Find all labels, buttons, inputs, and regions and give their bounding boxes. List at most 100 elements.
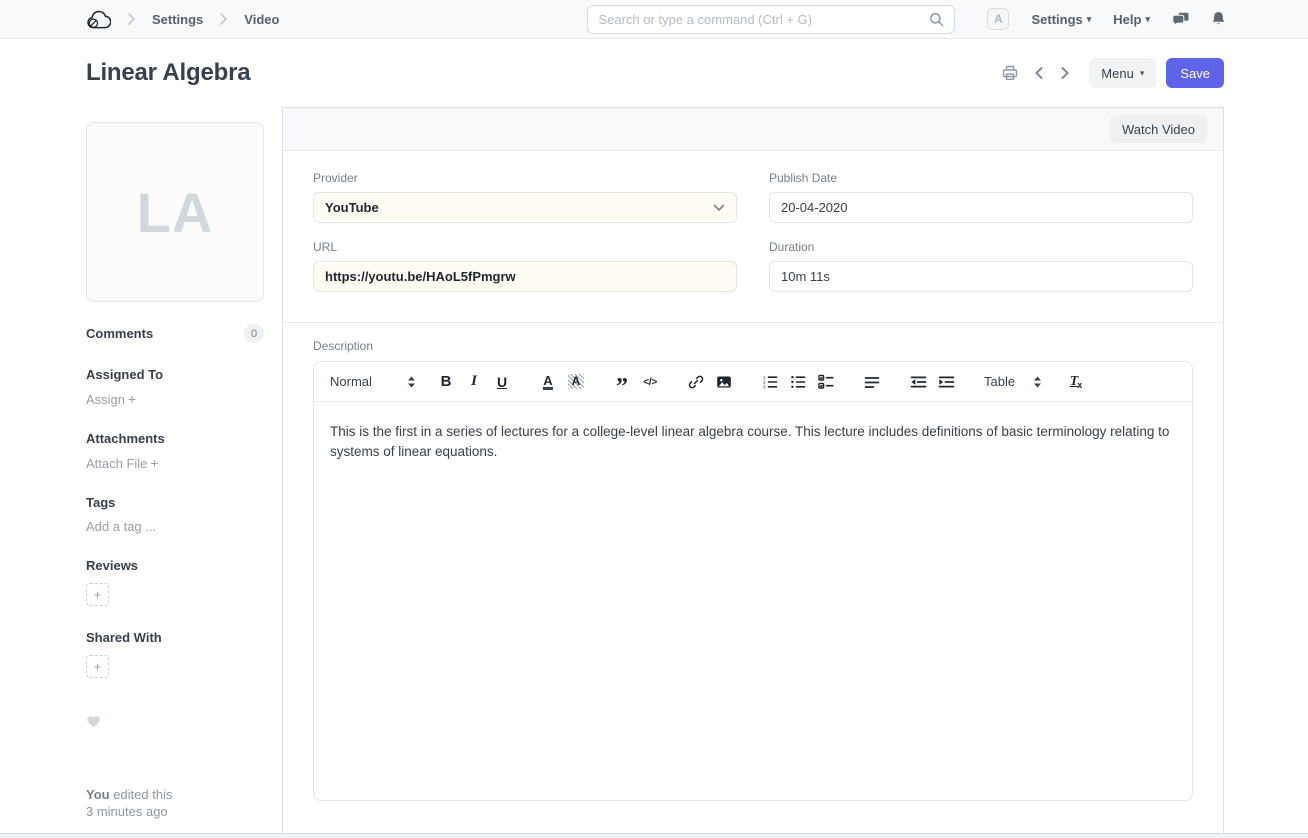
sidebar-section-reviews: Reviews + xyxy=(86,558,264,606)
sidebar-section-shared-with: Shared With + xyxy=(86,630,264,678)
ordered-list-button[interactable]: 123 xyxy=(758,370,782,394)
navbar-right: A Settings ▾ Help ▾ xyxy=(987,8,1226,30)
chevron-down-icon: ▾ xyxy=(1087,14,1092,25)
format-group: B I U xyxy=(434,370,514,394)
user-avatar[interactable]: A xyxy=(987,8,1009,30)
text-color-glyph: A xyxy=(543,374,552,390)
attach-file-link-label: Attach File xyxy=(86,456,147,471)
search-input[interactable] xyxy=(598,12,929,27)
comments-label: Comments xyxy=(86,326,153,341)
assign-link-label: Assign xyxy=(86,392,125,407)
description-label: Description xyxy=(313,339,1193,353)
assign-link[interactable]: Assign+ xyxy=(86,391,264,407)
outdent-button[interactable] xyxy=(906,370,930,394)
chevron-right-icon xyxy=(127,13,136,25)
menu-button-label: Menu xyxy=(1101,66,1134,81)
svg-text:3: 3 xyxy=(763,384,766,389)
like-heart-icon[interactable] xyxy=(86,714,101,728)
sidebar-section-attachments: Attachments Attach File+ xyxy=(86,431,264,471)
align-button[interactable] xyxy=(860,370,884,394)
text-color-button[interactable]: A xyxy=(536,370,560,394)
paragraph-style-select[interactable]: Normal xyxy=(330,374,416,389)
edited-by: You xyxy=(86,787,110,802)
prev-document-icon[interactable] xyxy=(1031,64,1047,82)
sidebar-section-assigned-to: Assigned To Assign+ xyxy=(86,367,264,407)
breadcrumb-settings[interactable]: Settings xyxy=(152,12,203,27)
blockquote-button[interactable]: ” xyxy=(610,370,634,394)
url-label: URL xyxy=(313,240,737,254)
duration-input[interactable] xyxy=(769,261,1193,292)
add-review-button[interactable]: + xyxy=(86,583,109,606)
attach-image-placeholder[interactable]: LA xyxy=(86,122,264,302)
announcements-icon[interactable] xyxy=(1172,12,1189,27)
navbar: Settings Video A Settings ▾ Help ▾ xyxy=(0,0,1308,39)
list-group: 123 xyxy=(758,370,838,394)
watch-video-button[interactable]: Watch Video xyxy=(1110,115,1207,143)
publish-date-input[interactable] xyxy=(769,192,1193,223)
color-group: A A xyxy=(536,370,588,394)
field-publish-date: Publish Date xyxy=(769,171,1193,223)
table-select-label: Table xyxy=(984,374,1015,389)
reviews-label: Reviews xyxy=(86,558,264,573)
plus-icon: + xyxy=(128,391,136,407)
shared-with-label: Shared With xyxy=(86,630,264,645)
global-search[interactable] xyxy=(587,5,955,34)
last-edited-info: You edited this 3 minutes ago xyxy=(86,786,172,820)
help-dropdown-label: Help xyxy=(1113,12,1141,27)
form-fields-section: Provider YouTube Publish Date URL Durati… xyxy=(283,151,1223,323)
sidebar-section-tags: Tags Add a tag ... xyxy=(86,495,264,534)
clear-format-button[interactable]: Tx xyxy=(1064,370,1088,394)
url-input[interactable] xyxy=(313,261,737,292)
print-icon[interactable] xyxy=(999,62,1021,84)
code-block-button[interactable]: </> xyxy=(638,370,662,394)
updown-arrows-icon xyxy=(407,376,416,388)
help-dropdown[interactable]: Help ▾ xyxy=(1113,12,1150,27)
indent-button[interactable] xyxy=(934,370,958,394)
indent-group xyxy=(906,370,958,394)
table-select[interactable]: Table xyxy=(984,374,1042,389)
app-logo-icon[interactable] xyxy=(86,9,111,30)
search-icon xyxy=(929,12,944,27)
save-button[interactable]: Save xyxy=(1166,58,1224,88)
settings-dropdown[interactable]: Settings ▾ xyxy=(1031,12,1091,27)
provider-value: YouTube xyxy=(325,200,379,215)
chevron-down-icon xyxy=(713,204,725,212)
attachments-label: Attachments xyxy=(86,431,264,446)
next-document-icon[interactable] xyxy=(1057,64,1073,82)
edited-action: edited this xyxy=(110,787,173,802)
clear-group: Tx xyxy=(1064,370,1088,394)
underline-button[interactable]: U xyxy=(490,370,514,394)
bold-button[interactable]: B xyxy=(434,370,458,394)
settings-dropdown-label: Settings xyxy=(1031,12,1082,27)
form-card: Watch Video Provider YouTube Publish Dat… xyxy=(282,107,1224,833)
page-actions: Menu ▾ Save xyxy=(999,58,1224,88)
provider-select[interactable]: YouTube xyxy=(313,192,737,223)
chevron-down-icon: ▾ xyxy=(1145,14,1150,25)
publish-date-label: Publish Date xyxy=(769,171,1193,185)
plus-icon: + xyxy=(94,659,102,674)
link-button[interactable] xyxy=(684,370,708,394)
menu-button[interactable]: Menu ▾ xyxy=(1089,58,1156,88)
italic-button[interactable]: I xyxy=(462,370,486,394)
duration-label: Duration xyxy=(769,240,1193,254)
add-tag-input[interactable]: Add a tag ... xyxy=(86,519,264,534)
provider-label: Provider xyxy=(313,171,737,185)
form-action-band: Watch Video xyxy=(283,108,1223,151)
checklist-button[interactable] xyxy=(814,370,838,394)
tags-label: Tags xyxy=(86,495,264,510)
sidebar-item-comments[interactable]: Comments 0 xyxy=(86,324,264,343)
background-color-button[interactable]: A xyxy=(564,370,588,394)
breadcrumb-video[interactable]: Video xyxy=(244,12,279,27)
field-provider: Provider YouTube xyxy=(313,171,737,223)
bullet-list-button[interactable] xyxy=(786,370,810,394)
page-title: Linear Algebra xyxy=(86,59,250,87)
add-share-button[interactable]: + xyxy=(86,655,109,678)
description-text-area[interactable]: This is the first in a series of lecture… xyxy=(314,402,1192,800)
rich-text-editor: Normal B I U A A ” </> xyxy=(313,361,1193,801)
plus-icon: + xyxy=(94,587,102,602)
insert-image-button[interactable] xyxy=(712,370,736,394)
description-section: Description Normal B I U A A xyxy=(283,323,1223,801)
attach-file-link[interactable]: Attach File+ xyxy=(86,455,264,471)
assigned-to-label: Assigned To xyxy=(86,367,264,382)
notifications-bell-icon[interactable] xyxy=(1211,11,1226,27)
